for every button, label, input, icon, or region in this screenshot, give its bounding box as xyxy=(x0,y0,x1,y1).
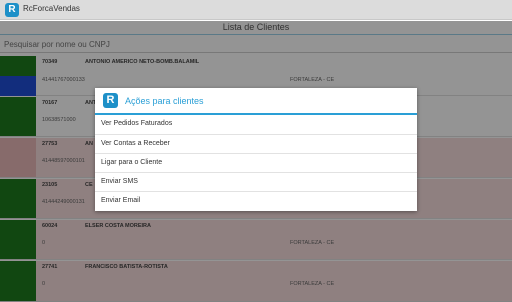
dialog-title: Ações para clientes xyxy=(125,96,204,106)
menu-item-enviar-sms[interactable]: Enviar SMS xyxy=(95,172,417,191)
menu-item-ligar-para-o-cliente[interactable]: Ligar para o Cliente xyxy=(95,153,417,172)
menu-item-enviar-email[interactable]: Enviar Email xyxy=(95,191,417,210)
app-title: RcForcaVendas xyxy=(23,4,80,13)
app-logo-icon[interactable]: R xyxy=(5,3,19,17)
dialog-header: R Ações para clientes xyxy=(95,88,417,113)
app-logo-icon: R xyxy=(103,93,118,108)
action-bar: R RcForcaVendas xyxy=(0,0,512,20)
client-actions-dialog: R Ações para clientes Ver Pedidos Fatura… xyxy=(95,88,417,211)
menu-item-ver-contas-a-receber[interactable]: Ver Contas a Receber xyxy=(95,134,417,153)
menu-item-ver-pedidos-faturados[interactable]: Ver Pedidos Faturados xyxy=(95,115,417,134)
